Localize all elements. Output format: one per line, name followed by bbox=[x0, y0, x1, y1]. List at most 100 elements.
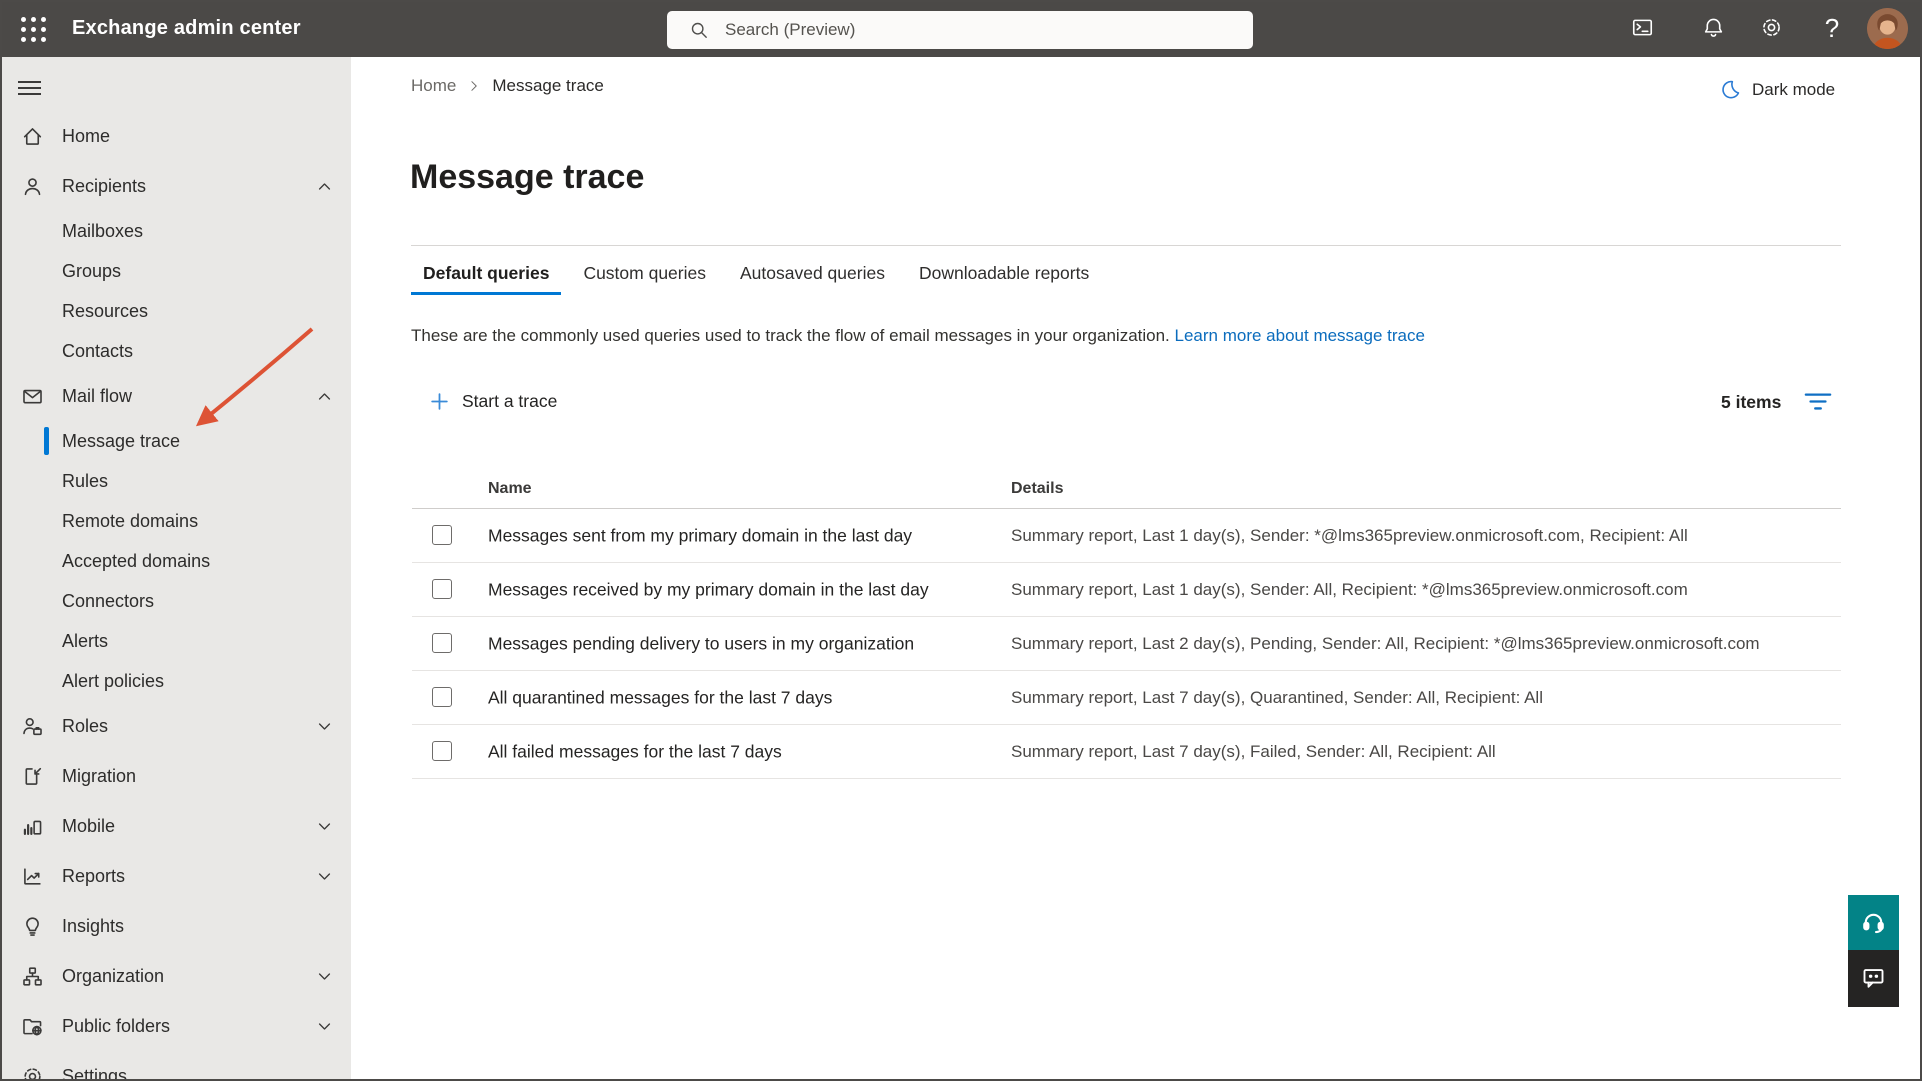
sidebar-item-public-folders[interactable]: Public folders bbox=[0, 1001, 351, 1051]
app-title: Exchange admin center bbox=[72, 0, 301, 57]
sidebar-item-home[interactable]: Home bbox=[0, 111, 351, 161]
query-name: Messages received by my primary domain i… bbox=[488, 579, 929, 600]
breadcrumb-home-link[interactable]: Home bbox=[411, 76, 456, 96]
queries-table: Name Details Messages sent from my prima… bbox=[412, 470, 1841, 779]
sidebar-item-label: Resources bbox=[62, 301, 148, 322]
sidebar-item-roles[interactable]: Roles bbox=[0, 701, 351, 751]
table-header: Name Details bbox=[412, 470, 1841, 509]
sidebar-item-label: Rules bbox=[62, 471, 108, 492]
sidebar-item-label: Mail flow bbox=[62, 386, 132, 407]
sidebar-item-groups[interactable]: Groups bbox=[0, 251, 351, 291]
chevron-up-icon bbox=[315, 387, 334, 406]
feedback-button[interactable] bbox=[1848, 950, 1899, 1007]
page-description: These are the commonly used queries used… bbox=[411, 326, 1425, 346]
query-details: Summary report, Last 2 day(s), Pending, … bbox=[1011, 634, 1760, 654]
notifications-button[interactable] bbox=[1688, 0, 1738, 57]
hamburger-button[interactable] bbox=[18, 77, 48, 99]
tab-default-queries[interactable]: Default queries bbox=[411, 259, 561, 295]
settings-button[interactable] bbox=[1746, 0, 1796, 57]
sidebar-item-alerts[interactable]: Alerts bbox=[0, 621, 351, 661]
table-row[interactable]: Messages sent from my primary domain in … bbox=[412, 509, 1841, 563]
query-details: Summary report, Last 7 day(s), Quarantin… bbox=[1011, 688, 1543, 708]
help-button[interactable]: ? bbox=[1807, 0, 1857, 57]
sidebar-item-alert-policies[interactable]: Alert policies bbox=[0, 661, 351, 701]
table-row[interactable]: All quarantined messages for the last 7 … bbox=[412, 671, 1841, 725]
sidebar-item-resources[interactable]: Resources bbox=[0, 291, 351, 331]
home-icon bbox=[21, 125, 45, 148]
chevron-down-icon bbox=[315, 867, 334, 886]
sidebar-item-rules[interactable]: Rules bbox=[0, 461, 351, 501]
topbar: Exchange admin center ? bbox=[0, 0, 1922, 57]
query-details: Summary report, Last 7 day(s), Failed, S… bbox=[1011, 742, 1496, 762]
organization-icon bbox=[21, 965, 45, 988]
learn-more-link[interactable]: Learn more about message trace bbox=[1175, 326, 1425, 345]
sidebar-item-connectors[interactable]: Connectors bbox=[0, 581, 351, 621]
filter-button[interactable] bbox=[1798, 387, 1838, 419]
reports-icon bbox=[21, 865, 45, 888]
mobile-icon bbox=[21, 815, 45, 838]
table-row[interactable]: Messages received by my primary domain i… bbox=[412, 563, 1841, 617]
sidebar-item-recipients[interactable]: Recipients bbox=[0, 161, 351, 211]
feedback-chat-icon bbox=[1861, 965, 1886, 993]
row-checkbox[interactable] bbox=[432, 525, 452, 545]
sidebar-item-label: Accepted domains bbox=[62, 551, 210, 572]
sidebar-item-label: Public folders bbox=[62, 1016, 170, 1037]
sidebar-item-mobile[interactable]: Mobile bbox=[0, 801, 351, 851]
tab-autosaved-queries[interactable]: Autosaved queries bbox=[728, 259, 897, 295]
row-checkbox[interactable] bbox=[432, 633, 452, 653]
row-checkbox[interactable] bbox=[432, 687, 452, 707]
help-support-button[interactable] bbox=[1848, 895, 1899, 950]
sidebar-item-label: Mobile bbox=[62, 816, 115, 837]
roles-icon bbox=[21, 715, 45, 738]
start-trace-button[interactable]: Start a trace bbox=[423, 390, 563, 413]
sidebar-item-accepted-domains[interactable]: Accepted domains bbox=[0, 541, 351, 581]
sidebar-item-insights[interactable]: Insights bbox=[0, 901, 351, 951]
sidebar-item-message-trace[interactable]: Message trace bbox=[0, 421, 351, 461]
row-checkbox[interactable] bbox=[432, 741, 452, 761]
sidebar-item-mailboxes[interactable]: Mailboxes bbox=[0, 211, 351, 251]
query-name: Messages sent from my primary domain in … bbox=[488, 525, 912, 546]
query-details: Summary report, Last 1 day(s), Sender: *… bbox=[1011, 526, 1688, 546]
sidebar-item-remote-domains[interactable]: Remote domains bbox=[0, 501, 351, 541]
search-input[interactable] bbox=[723, 19, 1227, 41]
query-name: All failed messages for the last 7 days bbox=[488, 741, 782, 762]
tab-downloadable-reports[interactable]: Downloadable reports bbox=[907, 259, 1101, 295]
sidebar-item-label: Roles bbox=[62, 716, 108, 737]
sidebar-item-label: Message trace bbox=[62, 431, 180, 452]
chevron-up-icon bbox=[315, 177, 334, 196]
tab-custom-queries[interactable]: Custom queries bbox=[571, 259, 718, 295]
sidebar-item-label: Organization bbox=[62, 966, 164, 987]
avatar-photo bbox=[1867, 8, 1908, 49]
sidebar-item-organization[interactable]: Organization bbox=[0, 951, 351, 1001]
table-row[interactable]: Messages pending delivery to users in my… bbox=[412, 617, 1841, 671]
sidebar-item-label: Contacts bbox=[62, 341, 133, 362]
query-details: Summary report, Last 1 day(s), Sender: A… bbox=[1011, 580, 1688, 600]
cloud-shell-button[interactable] bbox=[1617, 0, 1667, 57]
sidebar-item-label: Alert policies bbox=[62, 671, 164, 692]
user-avatar[interactable] bbox=[1867, 8, 1908, 49]
column-header-details: Details bbox=[1011, 480, 1063, 498]
sidebar-item-contacts[interactable]: Contacts bbox=[0, 331, 351, 371]
title-divider bbox=[411, 245, 1841, 246]
table-row[interactable]: All failed messages for the last 7 days S… bbox=[412, 725, 1841, 779]
app-launcher-button[interactable] bbox=[12, 8, 54, 50]
sidebar-item-settings[interactable]: Settings bbox=[0, 1051, 351, 1081]
headset-icon bbox=[1861, 909, 1886, 937]
sidebar-item-migration[interactable]: Migration bbox=[0, 751, 351, 801]
row-checkbox[interactable] bbox=[432, 579, 452, 599]
dark-mode-label: Dark mode bbox=[1752, 80, 1835, 100]
sidebar-item-label: Recipients bbox=[62, 176, 146, 197]
start-trace-label: Start a trace bbox=[462, 391, 557, 412]
sidebar: Home Recipients Mailboxes Groups Resources Co… bbox=[0, 57, 351, 1081]
person-icon bbox=[21, 175, 45, 198]
sidebar-item-mail-flow[interactable]: Mail flow bbox=[0, 371, 351, 421]
items-count: 5 items bbox=[1721, 392, 1781, 413]
search-box[interactable] bbox=[667, 11, 1253, 49]
sidebar-item-reports[interactable]: Reports bbox=[0, 851, 351, 901]
breadcrumb: Home Message trace bbox=[411, 76, 604, 96]
sidebar-item-label: Mailboxes bbox=[62, 221, 143, 242]
mail-icon bbox=[21, 385, 45, 408]
dark-mode-toggle[interactable]: Dark mode bbox=[1713, 77, 1841, 102]
public-folders-icon bbox=[21, 1015, 45, 1038]
plus-icon bbox=[429, 391, 450, 412]
